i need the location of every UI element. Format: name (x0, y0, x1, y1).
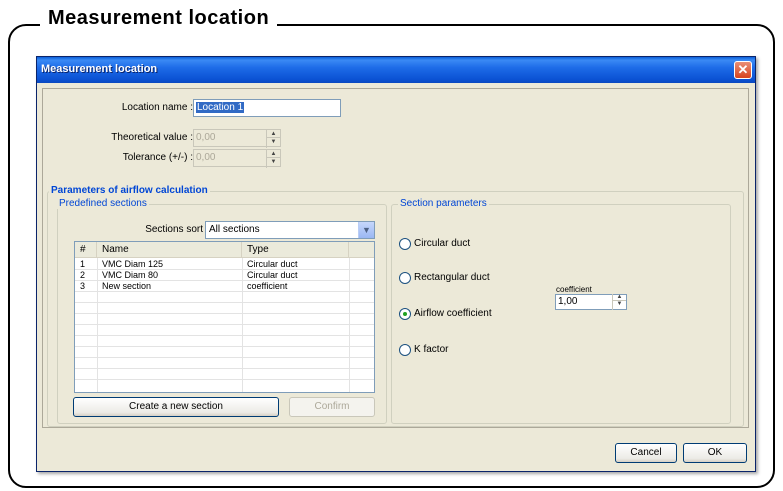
sections-list[interactable]: # Name Type 1 VMC Diam 125 Circular duct… (74, 241, 375, 393)
table-row-empty (75, 336, 374, 347)
theoretical-value-input[interactable]: 0,00 ▲ ▼ (193, 129, 281, 148)
row-number: 2 (80, 270, 86, 280)
sections-list-header: # Name Type (75, 242, 374, 258)
airflow-group-title: Parameters of airflow calculation (49, 185, 210, 196)
predefined-sections-title: Predefined sections (57, 198, 149, 209)
radio-selected-dot (403, 312, 407, 316)
radio-k-factor-label[interactable]: K factor (414, 344, 448, 355)
row-name: New section (102, 281, 152, 291)
spin-down-icon[interactable]: ▼ (267, 158, 280, 166)
ok-button[interactable]: OK (683, 443, 747, 463)
cancel-button[interactable]: Cancel (615, 443, 677, 463)
title-bar[interactable]: Measurement location ✕ (37, 57, 755, 83)
table-row-empty (75, 325, 374, 336)
table-row-empty (75, 303, 374, 314)
row-type: Circular duct (247, 270, 298, 280)
close-icon: ✕ (737, 62, 749, 77)
theoretical-value: 0,00 (196, 132, 216, 143)
spin-up-icon[interactable]: ▲ (613, 294, 626, 301)
coefficient-input[interactable]: 1,00 ▲ ▼ (555, 294, 627, 310)
section-parameters-title: Section parameters (398, 198, 489, 209)
row-type: Circular duct (247, 259, 298, 269)
location-name-input[interactable]: Location 1 (193, 99, 341, 117)
dialog-content: Location name : Location 1 Theoretical v… (42, 88, 749, 428)
table-row-empty (75, 358, 374, 369)
spin-down-icon[interactable]: ▼ (613, 301, 626, 308)
table-row-empty (75, 292, 374, 303)
measurement-location-dialog: Measurement location ✕ Location name : L… (36, 56, 756, 472)
radio-rectangular-duct-label[interactable]: Rectangular duct (414, 272, 490, 283)
radio-circular-duct[interactable] (399, 238, 411, 250)
confirm-button[interactable]: Confirm (289, 397, 375, 417)
sections-sort-value: All sections (209, 224, 260, 235)
radio-rectangular-duct[interactable] (399, 272, 411, 284)
table-row-empty (75, 369, 374, 380)
radio-k-factor[interactable] (399, 344, 411, 356)
spin-up-icon[interactable]: ▲ (267, 150, 280, 158)
radio-airflow-coefficient[interactable] (399, 308, 411, 320)
row-number: 3 (80, 281, 86, 291)
row-name: VMC Diam 80 (102, 270, 159, 280)
radio-circular-duct-label[interactable]: Circular duct (414, 238, 470, 249)
theoretical-value-label: Theoretical value : (111, 132, 193, 143)
sections-sort-select[interactable]: All sections ▼ (205, 221, 375, 239)
location-name-value: Location 1 (196, 102, 245, 113)
col-type[interactable]: Type (242, 242, 349, 258)
spin-up-icon[interactable]: ▲ (267, 130, 280, 138)
sections-sort-label: Sections sort (145, 224, 203, 235)
table-row-empty (75, 314, 374, 325)
chevron-down-icon[interactable]: ▼ (358, 222, 374, 238)
tolerance-spinner[interactable]: ▲ ▼ (266, 150, 280, 168)
col-name[interactable]: Name (97, 242, 242, 258)
table-row[interactable]: 3 New section coefficient (75, 281, 374, 292)
tolerance-input[interactable]: 0,00 ▲ ▼ (193, 149, 281, 168)
row-name: VMC Diam 125 (102, 259, 164, 269)
tolerance-label: Tolerance (+/-) : (122, 152, 193, 163)
window-title: Measurement location (41, 63, 158, 75)
col-number[interactable]: # (75, 242, 97, 258)
row-type: coefficient (247, 281, 288, 291)
table-row[interactable]: 1 VMC Diam 125 Circular duct (75, 259, 374, 270)
create-new-section-button[interactable]: Create a new section (73, 397, 279, 417)
coefficient-value: 1,00 (558, 296, 578, 307)
tolerance-value: 0,00 (196, 152, 216, 163)
location-name-label: Location name : (121, 102, 193, 113)
coefficient-spinner[interactable]: ▲ ▼ (612, 294, 626, 310)
spin-down-icon[interactable]: ▼ (267, 138, 280, 146)
table-row-empty (75, 347, 374, 358)
row-number: 1 (80, 259, 86, 269)
table-row[interactable]: 2 VMC Diam 80 Circular duct (75, 270, 374, 281)
radio-airflow-coefficient-label[interactable]: Airflow coefficient (414, 308, 492, 319)
close-button[interactable]: ✕ (734, 61, 752, 79)
document-title: Measurement location (40, 7, 278, 30)
coefficient-label: coefficient (556, 285, 592, 294)
theoretical-spinner[interactable]: ▲ ▼ (266, 130, 280, 148)
